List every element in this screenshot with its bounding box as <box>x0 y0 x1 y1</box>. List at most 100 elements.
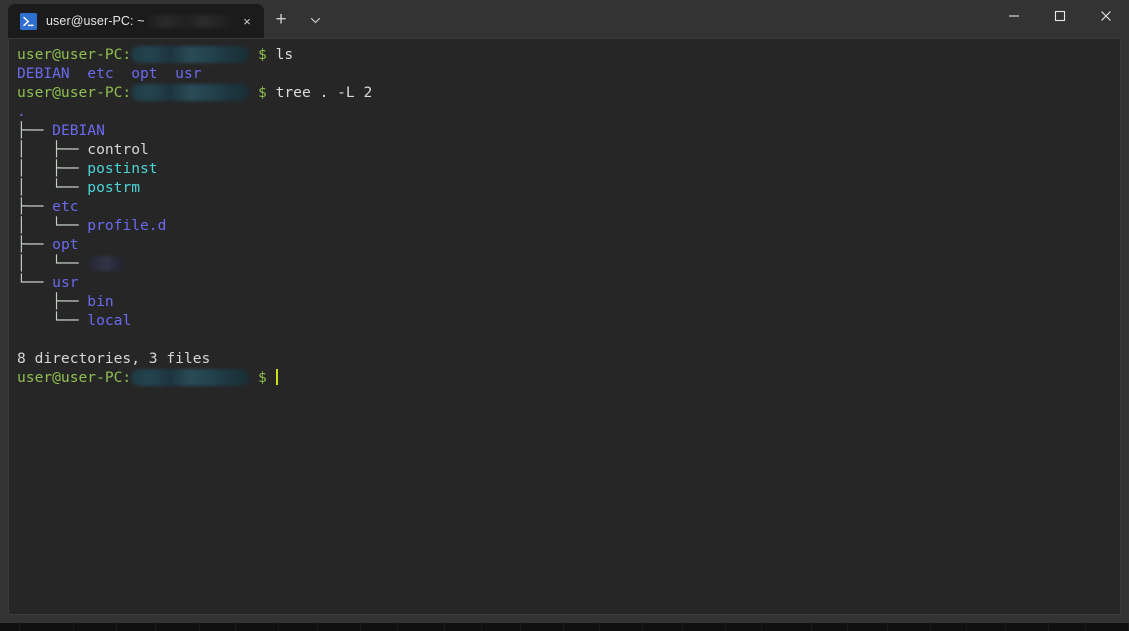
taskbar-cell <box>563 623 601 631</box>
taskbar-cell <box>199 623 236 631</box>
tree-branch: ├── <box>17 122 53 139</box>
prompt-sigil: $ <box>249 84 276 101</box>
taskbar-cell <box>887 623 931 631</box>
tree-summary: 8 directories, 3 files <box>17 350 211 367</box>
taskbar-cell <box>20 623 75 631</box>
tree-entry-name: postrm <box>87 179 141 196</box>
ls-entry: DEBIAN <box>17 65 70 82</box>
redacted-path <box>131 83 250 101</box>
terminal-line-tree-entry: ├── DEBIAN <box>17 121 1120 140</box>
taskbar-cell <box>0 623 21 631</box>
close-icon[interactable] <box>1083 0 1129 32</box>
ls-entry: opt <box>131 65 158 82</box>
tree-entry-name: etc <box>52 198 79 215</box>
taskbar-cell <box>600 623 644 631</box>
tree-entry-name: postinst <box>87 160 158 177</box>
new-tab-icon[interactable]: + <box>264 3 298 37</box>
tree-entry-name: DEBIAN <box>52 122 105 139</box>
terminal-line-tree-entry: │ └── profile.d <box>17 216 1120 235</box>
taskbar-cell <box>812 623 849 631</box>
terminal-line-tree-entry: │ ├── control <box>17 140 1120 159</box>
terminal-tab[interactable]: user@user-PC: ~ × <box>8 4 264 38</box>
taskbar-cell <box>967 623 1007 631</box>
powershell-icon <box>20 12 37 30</box>
tree-entry-name: usr <box>52 274 79 291</box>
terminal-line-tree-root: . <box>17 102 1120 121</box>
redacted-path <box>131 368 250 386</box>
taskbar-cell <box>74 623 118 631</box>
tree-entry-name: bin <box>87 293 114 310</box>
taskbar-cell <box>643 623 683 631</box>
taskbar-cell <box>520 623 564 631</box>
taskbar-cell <box>117 623 157 631</box>
tree-entry-name: profile.d <box>87 217 167 234</box>
tab-strip: user@user-PC: ~ × + <box>0 0 332 38</box>
redacted-path <box>131 45 250 63</box>
taskbar-cell <box>445 623 482 631</box>
tree-entry-name: local <box>87 312 132 329</box>
taskbar-cell <box>725 623 763 631</box>
taskbar-cell <box>1049 623 1086 631</box>
terminal-line-tree-entry: ├── etc <box>17 197 1120 216</box>
command-text: tree . -L 2 <box>275 84 373 101</box>
chevron-down-icon[interactable] <box>298 3 332 37</box>
terminal-line-tree-entry: │ └── postrm <box>17 178 1120 197</box>
terminal-screen[interactable]: user@user-PC: $ ls DEBIAN etc opt usr user… <box>17 45 1120 387</box>
taskbar-cell <box>397 623 446 631</box>
tree-branch: │ └── <box>17 179 88 196</box>
tree-branch: ├── <box>17 293 88 310</box>
tab-title: user@user-PC: ~ <box>46 14 145 28</box>
prompt-user-host: user@user-PC: <box>17 369 132 386</box>
tree-entry-name: opt <box>52 236 79 253</box>
terminal-line-ls-output: DEBIAN etc opt usr <box>17 64 1120 83</box>
terminal-line-tree-entry: │ ├── postinst <box>17 159 1120 178</box>
text-cursor <box>275 369 278 385</box>
terminal-line-summary: 8 directories, 3 files <box>17 349 1120 368</box>
taskbar-cell <box>236 623 280 631</box>
prompt-user-host: user@user-PC: <box>17 84 132 101</box>
taskbar-sliver <box>0 623 1129 631</box>
taskbar-cell <box>481 623 521 631</box>
taskbar-cell <box>1006 623 1050 631</box>
taskbar-cell <box>762 623 813 631</box>
window-controls <box>991 0 1129 38</box>
terminal-pane-wrapper: user@user-PC: $ ls DEBIAN etc opt usr user… <box>0 38 1129 623</box>
taskbar-cell <box>279 623 319 631</box>
tree-branch: │ └── <box>17 255 88 272</box>
taskbar-cell <box>930 623 968 631</box>
terminal-window: user@user-PC: ~ × + user@user-PC: $ ls D… <box>0 0 1129 623</box>
tree-root: . <box>17 103 26 120</box>
terminal-line-tree-entry: │ └── <box>17 254 1120 273</box>
taskbar-cell <box>318 623 362 631</box>
taskbar-cell <box>156 623 200 631</box>
minimize-icon[interactable] <box>991 0 1037 32</box>
ls-entry: etc <box>87 65 114 82</box>
tab-title-redaction <box>145 14 234 28</box>
taskbar-cell <box>682 623 726 631</box>
ls-entry: usr <box>175 65 202 82</box>
command-text: ls <box>275 46 294 63</box>
maximize-icon[interactable] <box>1037 0 1083 32</box>
prompt-user-host: user@user-PC: <box>17 46 132 63</box>
redacted-entry-name <box>87 255 124 271</box>
terminal-line-tree-entry: └── local <box>17 311 1120 330</box>
tree-branch: ├── <box>17 236 53 253</box>
terminal-line-tree-entry: └── usr <box>17 273 1120 292</box>
close-tab-icon[interactable]: × <box>234 8 260 34</box>
terminal-line-tree-entry: ├── bin <box>17 292 1120 311</box>
taskbar-cell <box>848 623 888 631</box>
tree-entry-name: control <box>87 141 149 158</box>
tree-branch: │ └── <box>17 217 88 234</box>
terminal-line-command: user@user-PC: $ ls <box>17 45 1120 64</box>
terminal-line-command: user@user-PC: $ tree . -L 2 <box>17 83 1120 102</box>
tree-branch: ├── <box>17 198 53 215</box>
taskbar-cell <box>361 623 398 631</box>
terminal-line-active-prompt: user@user-PC: $ <box>17 368 1120 387</box>
terminal-line-tree-entry: ├── opt <box>17 235 1120 254</box>
terminal-pane[interactable]: user@user-PC: $ ls DEBIAN etc opt usr user… <box>8 38 1121 615</box>
tree-branch: │ ├── <box>17 141 88 158</box>
tree-branch: └── <box>17 274 53 291</box>
title-bar[interactable]: user@user-PC: ~ × + <box>0 0 1129 38</box>
tree-branch: └── <box>17 312 88 329</box>
